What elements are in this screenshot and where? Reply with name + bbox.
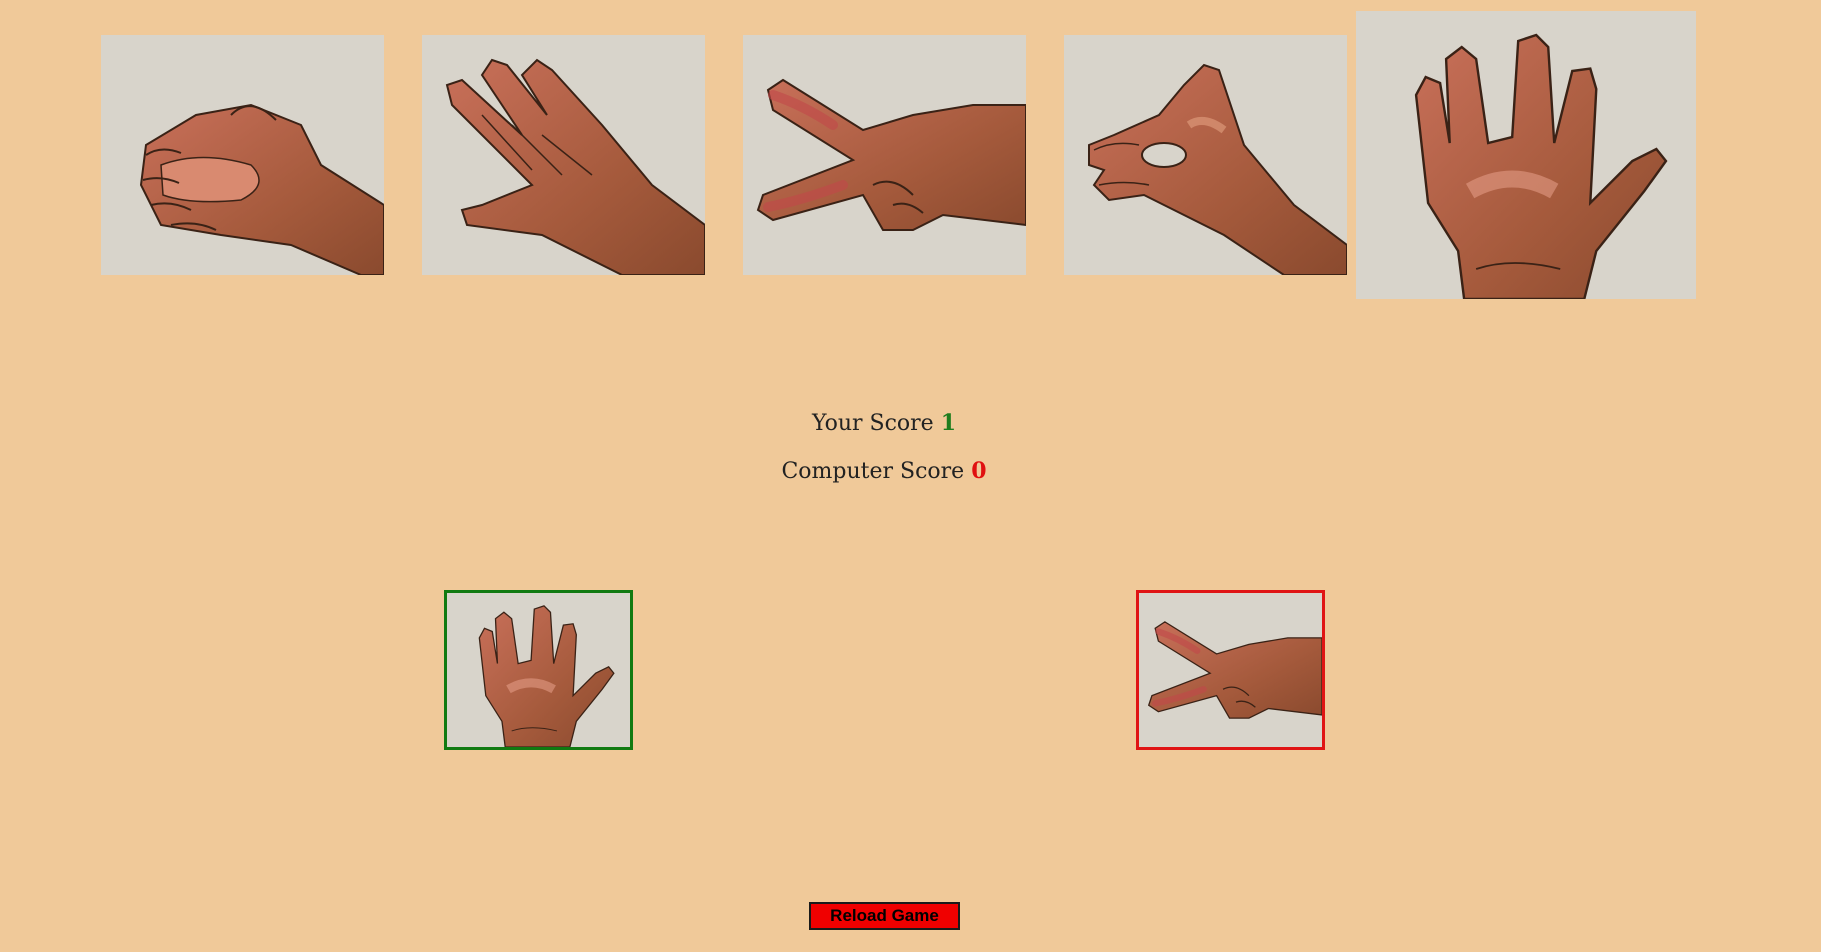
your-score-line: Your Score 1 [0, 410, 1768, 436]
your-score-label: Your Score [811, 411, 934, 436]
rock-hand-icon [101, 35, 384, 275]
player-pick-card [444, 590, 633, 750]
spock-hand-icon [447, 593, 630, 747]
lizard-hand-icon [1064, 35, 1347, 275]
scissors-hand-icon [1139, 593, 1322, 747]
choice-lizard[interactable] [1064, 35, 1347, 275]
choice-rock[interactable] [101, 35, 384, 275]
computer-score-value: 0 [971, 458, 987, 484]
paper-hand-icon [422, 35, 705, 275]
choice-paper[interactable] [422, 35, 705, 275]
scissors-hand-icon [743, 35, 1026, 275]
computer-score-label: Computer Score [781, 459, 965, 484]
spock-hand-icon [1356, 11, 1696, 299]
computer-pick-card [1136, 590, 1325, 750]
choice-spock[interactable] [1356, 11, 1696, 299]
computer-score-line: Computer Score 0 [0, 458, 1768, 484]
reload-game-button[interactable]: Reload Game [809, 902, 960, 930]
your-score-value: 1 [940, 410, 957, 436]
choice-scissors[interactable] [743, 35, 1026, 275]
